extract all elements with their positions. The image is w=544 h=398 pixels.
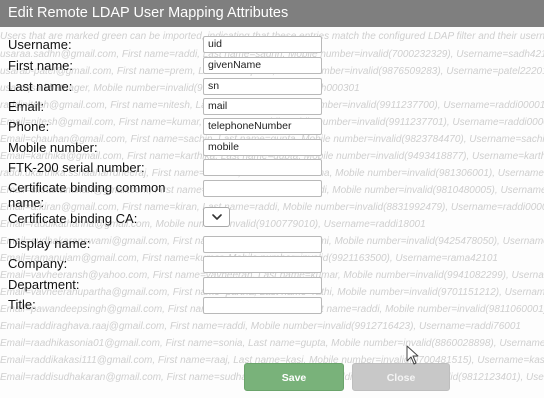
ftk200-serial-input[interactable] — [203, 159, 322, 176]
ldap-mapping-dialog: Edit Remote LDAP User Mapping Attributes… — [0, 0, 544, 398]
username-label: Username: — [8, 37, 72, 52]
first-name-input[interactable]: givenName — [203, 57, 322, 74]
department-input[interactable] — [203, 277, 322, 294]
cert-ca-label: Certificate binding CA: — [8, 211, 138, 226]
email-label: Email: — [8, 99, 45, 114]
cert-ca-select[interactable] — [203, 207, 230, 227]
background-text-line: Email=raadhikasonia01@gmail.com, First n… — [0, 338, 544, 349]
save-button[interactable]: Save — [244, 363, 344, 391]
email-input[interactable]: mail — [203, 98, 322, 115]
close-button[interactable]: Close — [352, 363, 450, 391]
company-input[interactable] — [203, 256, 322, 273]
background-text-line: Email=raddiraghava.raaj@gmail.com, First… — [0, 321, 521, 332]
title-input[interactable] — [203, 297, 322, 314]
title-label: Title: — [8, 297, 36, 312]
phone-label: Phone: — [8, 119, 50, 134]
cert-common-name-label: Certificate binding common name: — [8, 180, 166, 210]
username-input[interactable]: uid — [203, 36, 322, 53]
dialog-title: Edit Remote LDAP User Mapping Attributes — [0, 0, 544, 27]
department-label: Department: — [8, 277, 80, 292]
phone-input[interactable]: telephoneNumber — [203, 118, 322, 135]
last-name-input[interactable]: sn — [203, 78, 322, 95]
ftk200-serial-label: FTK-200 serial number: — [8, 160, 145, 175]
display-name-label: Display name: — [8, 236, 91, 251]
cert-common-name-input[interactable] — [203, 180, 322, 197]
display-name-input[interactable] — [203, 236, 322, 253]
last-name-label: Last name: — [8, 79, 73, 94]
chevron-down-icon — [211, 214, 222, 220]
mobile-number-input[interactable]: mobile — [203, 139, 322, 156]
first-name-label: First name: — [8, 58, 74, 73]
mobile-number-label: Mobile number: — [8, 140, 98, 155]
mouse-pointer-icon — [406, 345, 419, 365]
company-label: Company: — [8, 256, 68, 271]
